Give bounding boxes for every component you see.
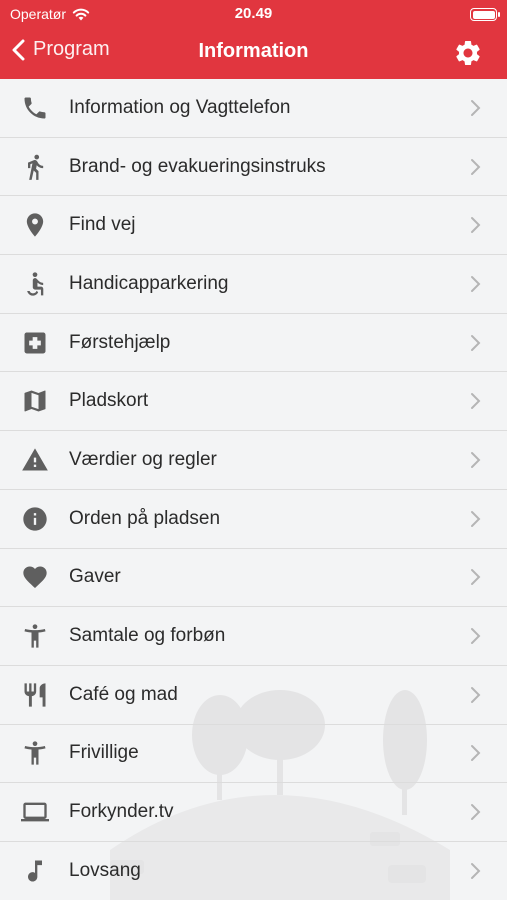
list-item-label: Café og mad bbox=[69, 683, 178, 705]
info-icon bbox=[23, 506, 47, 531]
chevron-right-icon bbox=[471, 804, 481, 821]
list-item-label: Brand- og evakueringsinstruks bbox=[69, 155, 326, 177]
list-item-label: Værdier og regler bbox=[69, 448, 217, 470]
heart-icon bbox=[23, 566, 47, 589]
first-aid-icon bbox=[24, 332, 46, 354]
list-item-handicapparkering[interactable]: Handicapparkering bbox=[0, 255, 507, 314]
warning-icon bbox=[22, 448, 48, 471]
chevron-right-icon bbox=[471, 628, 481, 645]
chevron-right-icon bbox=[471, 510, 481, 527]
chevron-right-icon bbox=[471, 745, 481, 762]
list-item-gaver[interactable]: Gaver bbox=[0, 549, 507, 608]
chevron-right-icon bbox=[471, 451, 481, 468]
list-item-cafe-og-mad[interactable]: Café og mad bbox=[0, 666, 507, 725]
list-item-label: Førstehjælp bbox=[69, 331, 171, 353]
chevron-right-icon bbox=[471, 99, 481, 116]
list-item-frivillige[interactable]: Frivillige bbox=[0, 725, 507, 784]
list-item-label: Samtale og forbøn bbox=[69, 625, 226, 647]
list-item-forstehjaelp[interactable]: Førstehjælp bbox=[0, 314, 507, 373]
list-item-lovsang[interactable]: Lovsang bbox=[0, 842, 507, 900]
list-item-label: Find vej bbox=[69, 214, 136, 236]
person-icon bbox=[24, 624, 46, 648]
app-header: Operatør 20.49 Program Information bbox=[0, 0, 507, 79]
laptop-icon bbox=[21, 802, 49, 822]
list-item-label: Pladskort bbox=[69, 390, 149, 412]
map-icon bbox=[24, 390, 46, 412]
phone-icon bbox=[24, 97, 46, 119]
list-item-label: Lovsang bbox=[69, 859, 141, 881]
list-item-information-og-vagttelefon[interactable]: Information og Vagttelefon bbox=[0, 79, 507, 138]
navigation-bar: Program Information bbox=[0, 28, 507, 79]
status-bar: Operatør 20.49 bbox=[0, 0, 507, 28]
wheelchair-icon bbox=[27, 272, 44, 296]
chevron-right-icon bbox=[471, 275, 481, 292]
gear-icon[interactable] bbox=[453, 38, 483, 68]
list-item-label: Gaver bbox=[69, 566, 121, 588]
running-person-icon bbox=[28, 154, 44, 180]
person-icon bbox=[24, 741, 46, 766]
list-item-brand-og-evakueringsinstruks[interactable]: Brand- og evakueringsinstruks bbox=[0, 138, 507, 197]
list-item-label: Handicapparkering bbox=[69, 272, 229, 294]
list-item-pladskort[interactable]: Pladskort bbox=[0, 372, 507, 432]
list-item-label: Frivillige bbox=[69, 742, 139, 764]
chevron-right-icon bbox=[471, 217, 481, 234]
list-item-orden-paa-pladsen[interactable]: Orden på pladsen bbox=[0, 490, 507, 549]
chevron-right-icon bbox=[471, 158, 481, 175]
chevron-right-icon bbox=[471, 686, 481, 703]
list-item-samtale-og-forbon[interactable]: Samtale og forbøn bbox=[0, 607, 507, 666]
chevron-right-icon bbox=[471, 334, 481, 351]
page-title: Information bbox=[198, 40, 309, 62]
chevron-right-icon bbox=[471, 569, 481, 586]
list-item-find-vej[interactable]: Find vej bbox=[0, 196, 507, 256]
music-note-icon bbox=[28, 860, 42, 882]
chevron-right-icon bbox=[471, 393, 481, 410]
status-time: 20.49 bbox=[234, 5, 273, 22]
list-item-label: Forkynder.tv bbox=[69, 801, 174, 823]
list-item-vaerdier-og-regler[interactable]: Værdier og regler bbox=[0, 431, 507, 490]
list-item-forkynder-tv[interactable]: Forkynder.tv bbox=[0, 783, 507, 842]
list-item-label: Orden på pladsen bbox=[69, 507, 221, 529]
information-list: Information og Vagttelefon Brand- og eva… bbox=[0, 79, 507, 900]
battery-icon bbox=[470, 8, 500, 21]
list-item-label: Information og Vagttelefon bbox=[69, 96, 291, 118]
chevron-right-icon bbox=[471, 862, 481, 879]
map-pin-icon bbox=[26, 213, 44, 237]
cutlery-icon bbox=[24, 683, 46, 707]
